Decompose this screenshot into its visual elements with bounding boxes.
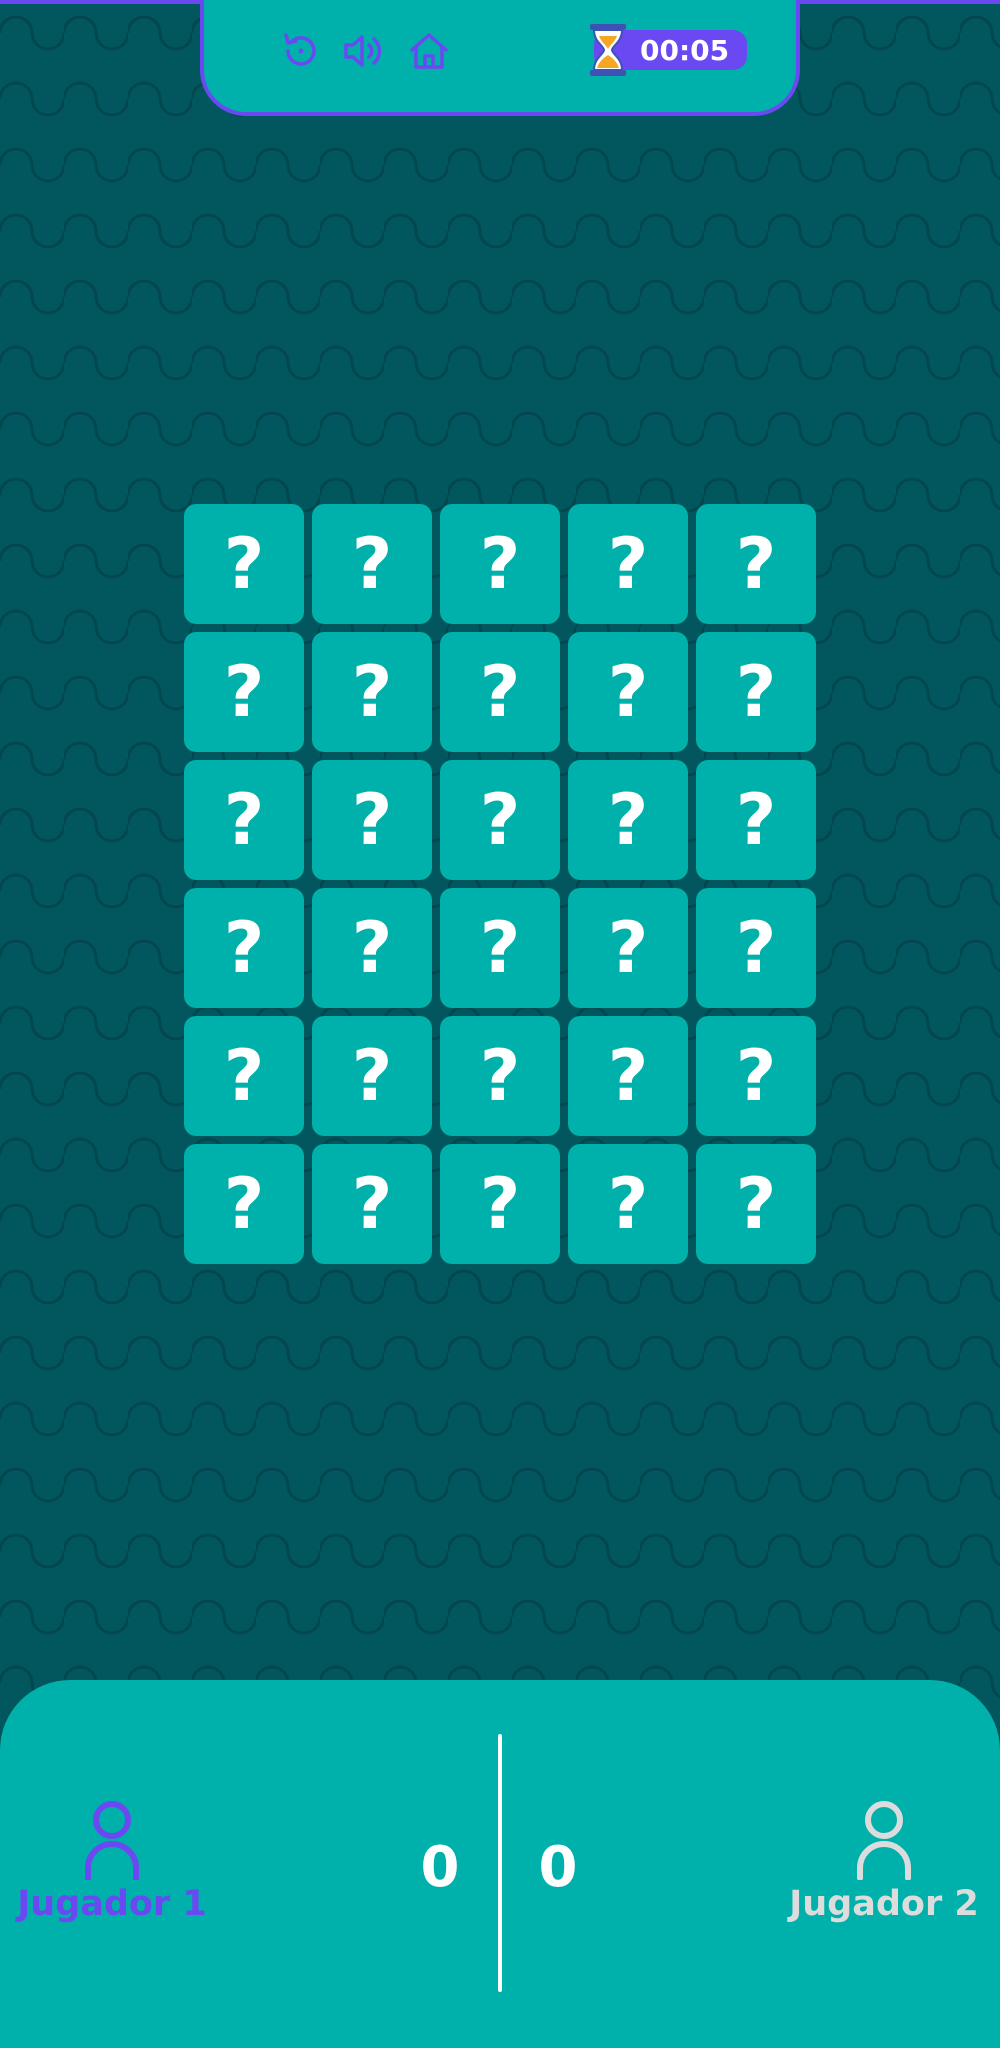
memory-card[interactable]: ? (568, 888, 688, 1008)
memory-card[interactable]: ? (312, 1144, 432, 1264)
player-1-avatar-icon (85, 1801, 139, 1880)
player-1-score: 0 (420, 1835, 460, 1900)
memory-card[interactable]: ? (184, 1016, 304, 1136)
player-1-name: Jugador 1 (17, 1884, 207, 1924)
top-toolbar: 00:05 (200, 0, 800, 116)
scoreboard: Jugador 1 0 0 Jugador 2 (0, 1680, 1000, 2048)
memory-card[interactable]: ? (312, 1016, 432, 1136)
memory-card[interactable]: ? (184, 1144, 304, 1264)
memory-card[interactable]: ? (440, 1016, 560, 1136)
player-2-score: 0 (538, 1835, 578, 1900)
memory-card[interactable]: ? (696, 504, 816, 624)
memory-card[interactable]: ? (184, 504, 304, 624)
score-divider (498, 1734, 502, 1992)
memory-card[interactable]: ? (312, 632, 432, 752)
sound-icon[interactable] (340, 26, 390, 76)
memory-card[interactable]: ? (696, 632, 816, 752)
memory-card[interactable]: ? (568, 504, 688, 624)
memory-card[interactable]: ? (440, 888, 560, 1008)
memory-card[interactable]: ? (184, 760, 304, 880)
memory-card[interactable]: ? (696, 888, 816, 1008)
card-grid: ?????????????????????????????? (184, 504, 816, 1264)
player-2-name: Jugador 2 (789, 1884, 979, 1924)
restart-icon[interactable] (276, 26, 326, 76)
memory-card[interactable]: ? (568, 632, 688, 752)
home-icon[interactable] (404, 26, 454, 76)
memory-card[interactable]: ? (440, 632, 560, 752)
player-2: Jugador 2 (764, 1800, 1000, 1924)
timer: 00:05 (586, 24, 748, 76)
hourglass-icon (590, 24, 626, 76)
memory-card[interactable]: ? (184, 888, 304, 1008)
memory-card[interactable]: ? (440, 504, 560, 624)
memory-card[interactable]: ? (568, 1016, 688, 1136)
memory-card[interactable]: ? (696, 760, 816, 880)
memory-card[interactable]: ? (696, 1144, 816, 1264)
memory-card[interactable]: ? (696, 1016, 816, 1136)
memory-card[interactable]: ? (568, 1144, 688, 1264)
memory-card[interactable]: ? (440, 1144, 560, 1264)
memory-card[interactable]: ? (440, 760, 560, 880)
player-1: Jugador 1 (0, 1800, 232, 1924)
memory-card[interactable]: ? (312, 504, 432, 624)
memory-card[interactable]: ? (312, 760, 432, 880)
memory-card[interactable]: ? (568, 760, 688, 880)
player-2-avatar-icon (857, 1801, 911, 1880)
memory-card[interactable]: ? (184, 632, 304, 752)
memory-card[interactable]: ? (312, 888, 432, 1008)
